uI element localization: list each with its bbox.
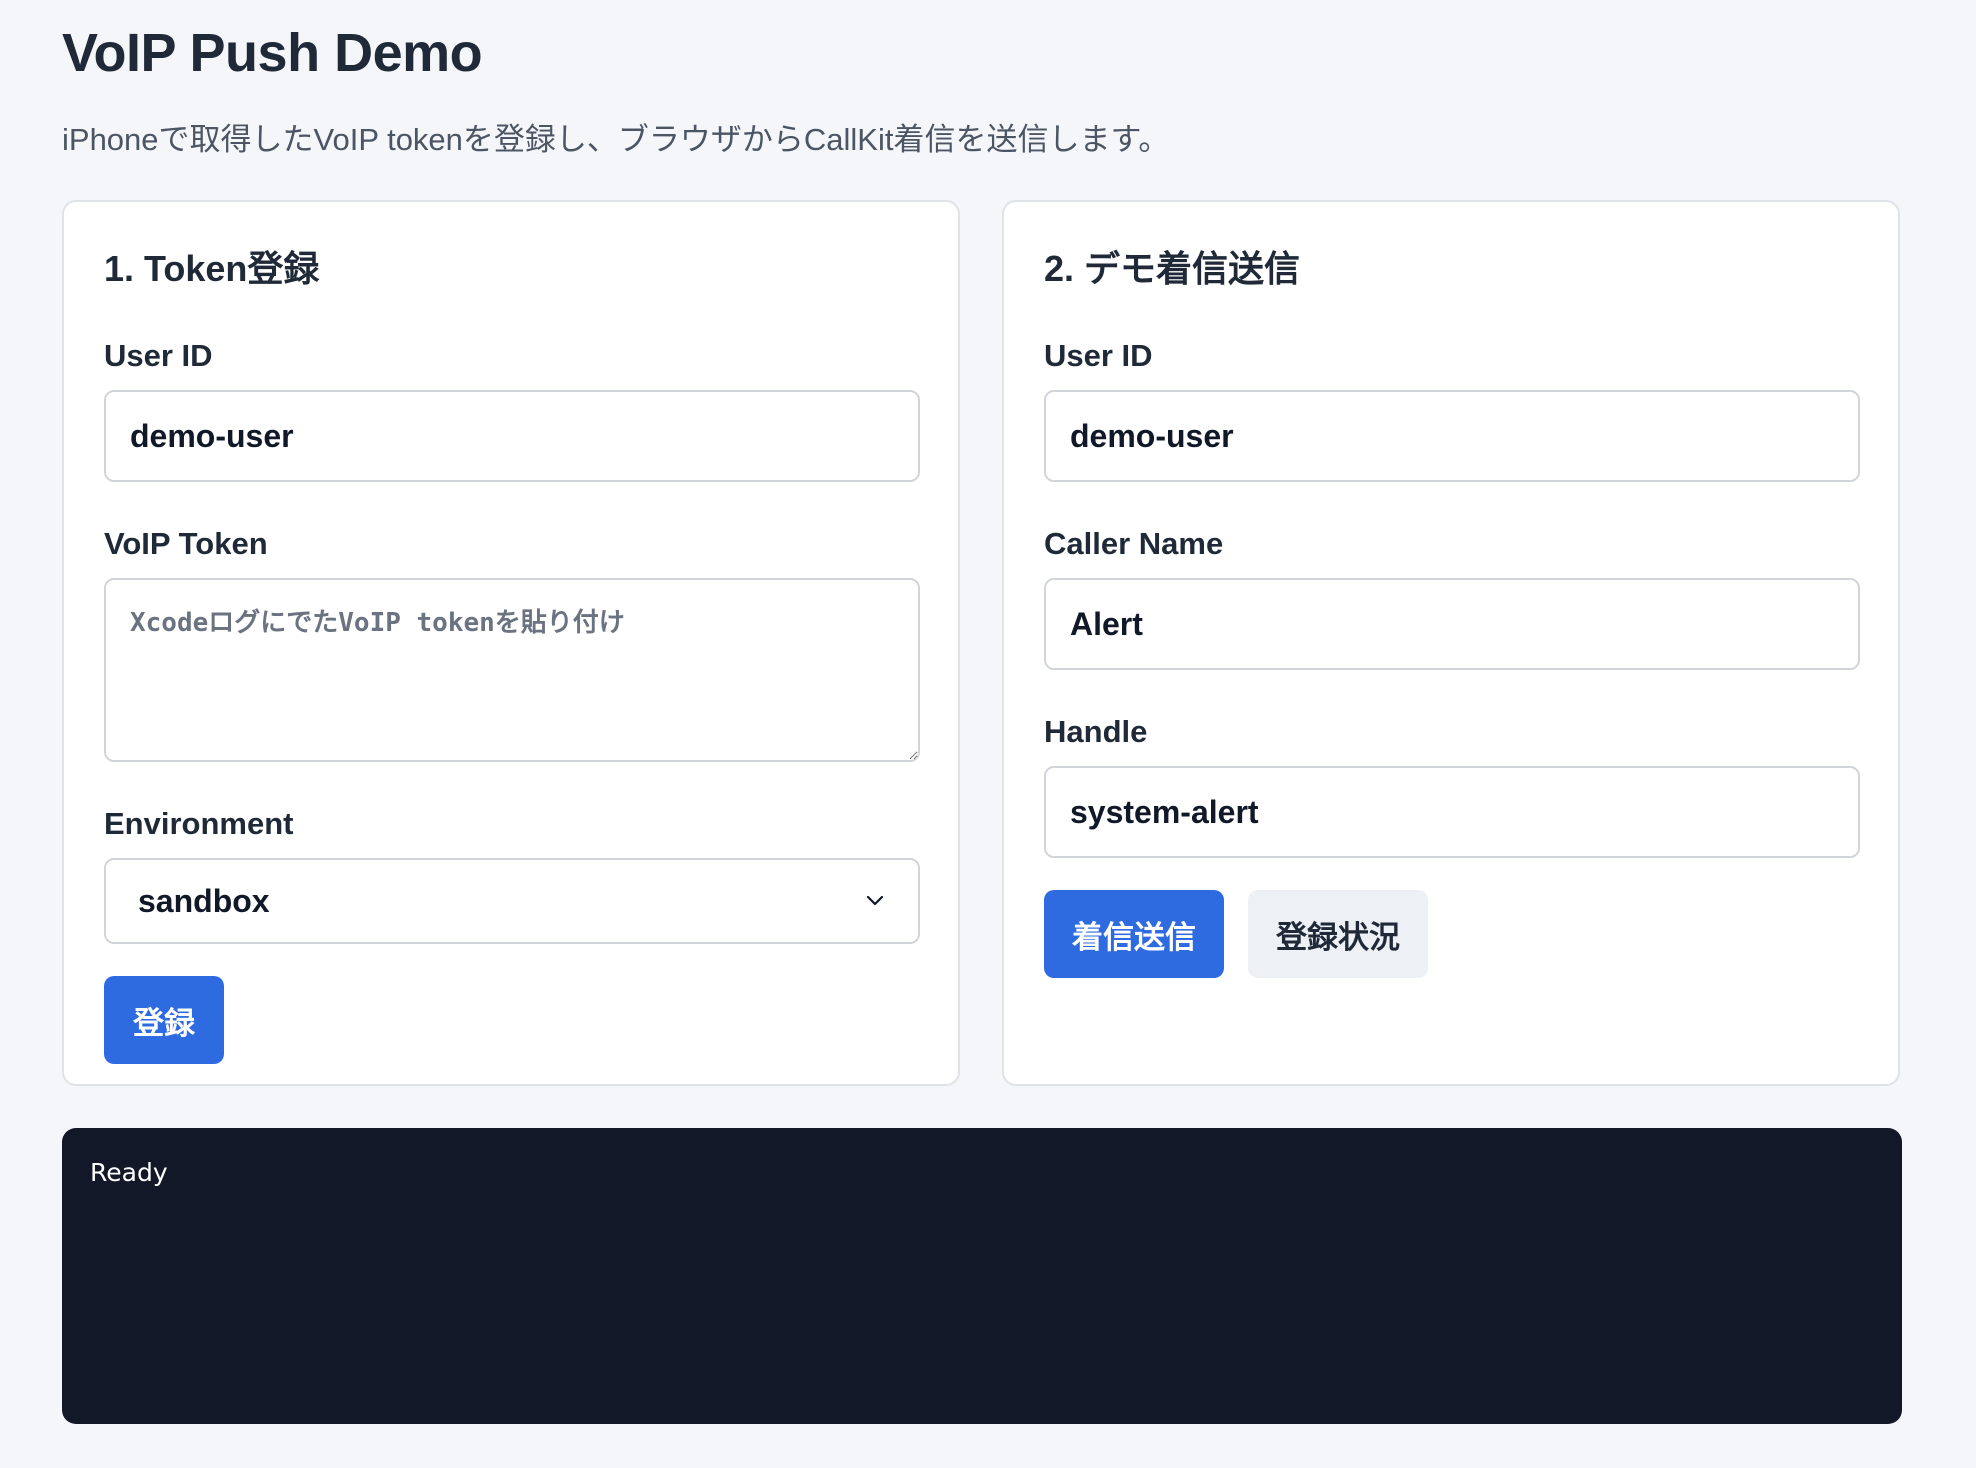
demo-call-card: 2. デモ着信送信 User ID Caller Name Handle 着信送… [1002,200,1900,1086]
send-call-button[interactable]: 着信送信 [1044,890,1224,978]
demo-call-title: 2. デモ着信送信 [1044,248,1301,289]
call-user-id-label: User ID [1044,338,1153,373]
voip-token-textarea[interactable] [104,578,920,762]
caller-name-label: Caller Name [1044,526,1224,561]
register-button-row: 登録 [104,976,918,1064]
register-button[interactable]: 登録 [104,976,224,1064]
caller-name-input[interactable] [1044,578,1860,670]
log-output-panel: Ready [62,1128,1902,1424]
environment-select-wrapper: sandbox [104,858,920,944]
call-user-id-input[interactable] [1044,390,1860,482]
token-register-card: 1. Token登録 User ID VoIP Token Environmen… [62,200,960,1086]
environment-select[interactable]: sandbox [104,858,920,944]
voip-token-label: VoIP Token [104,526,268,561]
page-subtitle: iPhoneで取得したVoIP tokenを登録し、ブラウザからCallKit着… [62,122,1170,157]
page-title: VoIP Push Demo [62,23,483,83]
handle-label: Handle [1044,714,1148,749]
handle-input[interactable] [1044,766,1860,858]
environment-label: Environment [104,806,294,841]
registration-status-button[interactable]: 登録状況 [1248,890,1428,978]
call-button-row: 着信送信 登録状況 [1044,890,1858,978]
token-register-title: 1. Token登録 [104,248,320,289]
log-output-text: Ready [90,1158,168,1187]
register-user-id-label: User ID [104,338,213,373]
environment-select-value: sandbox [138,882,270,919]
chevron-down-icon [864,890,886,912]
register-user-id-input[interactable] [104,390,920,482]
